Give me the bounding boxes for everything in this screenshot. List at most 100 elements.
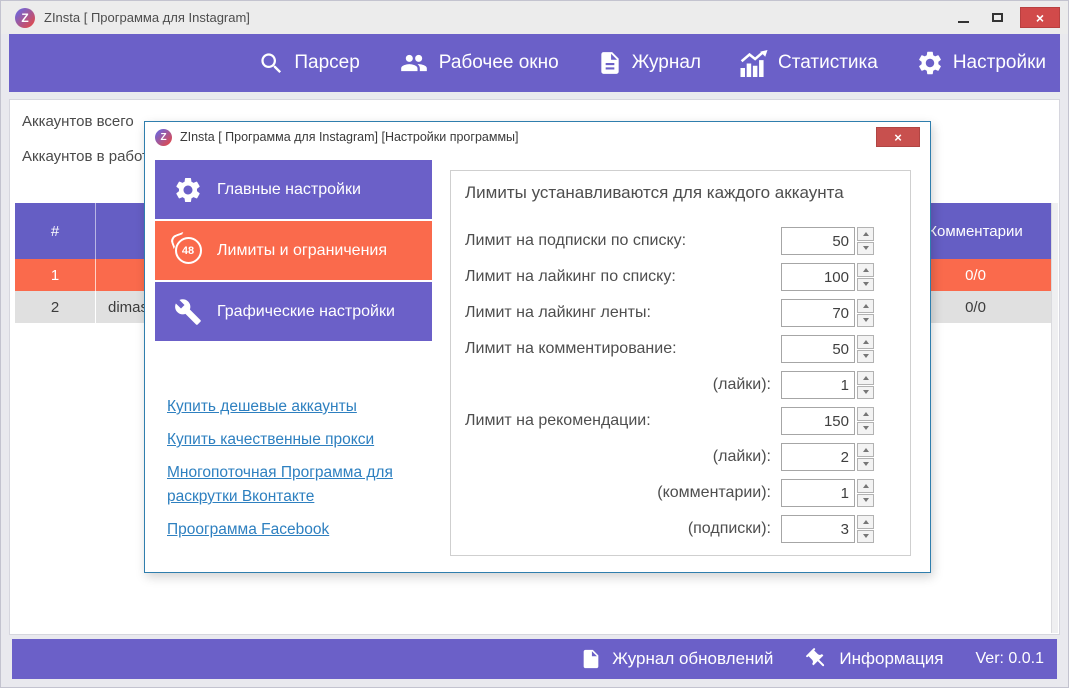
- window-titlebar: Z ZInsta [ Программа для Instagram] ×: [1, 1, 1068, 34]
- arrow-up-icon: [863, 412, 869, 416]
- spin-down-button[interactable]: [857, 278, 874, 292]
- pin-icon: [805, 647, 829, 671]
- arrow-down-icon: [863, 390, 869, 394]
- arrow-up-icon: [863, 448, 869, 452]
- promo-links: Купить дешевые аккаунты Купить качествен…: [155, 395, 432, 542]
- arrow-down-icon: [863, 354, 869, 358]
- arrow-down-icon: [863, 534, 869, 538]
- spin-up-button[interactable]: [857, 371, 874, 385]
- document-icon: [597, 50, 623, 76]
- spin-up-button[interactable]: [857, 299, 874, 313]
- main-nav: Парсер Рабочее окно Журнал Статистика На…: [9, 34, 1060, 92]
- limit-recommend-follows-spinner: [857, 515, 874, 543]
- limit-like-list-label: Лимит на лайкинг по списку:: [465, 268, 781, 286]
- arrow-down-icon: [863, 318, 869, 322]
- nav-workspace[interactable]: Рабочее окно: [398, 49, 559, 77]
- limit-like-list-input[interactable]: [781, 263, 855, 291]
- arrow-down-icon: [863, 282, 869, 286]
- limit-comment-likes-input[interactable]: [781, 371, 855, 399]
- app-logo-icon: Z: [15, 8, 35, 28]
- spin-down-button[interactable]: [857, 386, 874, 400]
- accounts-total-label: Аккаунтов всего: [22, 113, 134, 130]
- spin-down-button[interactable]: [857, 242, 874, 256]
- dialog-close-button[interactable]: ×: [876, 127, 920, 147]
- limit-recommend-follows-label: (подписки):: [465, 520, 781, 538]
- nav-workspace-label: Рабочее окно: [439, 52, 559, 74]
- spin-up-button[interactable]: [857, 479, 874, 493]
- maximize-button[interactable]: [986, 7, 1008, 28]
- spin-up-button[interactable]: [857, 407, 874, 421]
- file-icon: [580, 647, 602, 671]
- limit-like-list-spinner: [857, 263, 874, 291]
- limit-comment-likes-label: (лайки):: [465, 376, 781, 394]
- row-num: 2: [15, 291, 96, 323]
- limit-like-feed-label: Лимит на лайкинг ленты:: [465, 304, 781, 322]
- nav-statistics[interactable]: Статистика: [739, 50, 878, 77]
- limit-comment-spinner: [857, 335, 874, 363]
- settings-sidebar: Главные настройки 48 Лимиты и ограничени…: [155, 160, 432, 551]
- link-buy-quality-proxies[interactable]: Купить качественные прокси: [167, 428, 429, 452]
- spin-down-button[interactable]: [857, 530, 874, 544]
- limits-panel: Лимиты устанавливаются для каждого аккау…: [450, 170, 911, 556]
- limit-recommend-spinner: [857, 407, 874, 435]
- footer-updates[interactable]: Журнал обновлений: [580, 647, 773, 671]
- sidebar-item-graphic-settings[interactable]: Графические настройки: [155, 282, 432, 341]
- arrow-up-icon: [863, 376, 869, 380]
- app-logo-icon: Z: [155, 129, 172, 146]
- minimize-icon: [958, 21, 969, 23]
- limit-follow-list-input[interactable]: [781, 227, 855, 255]
- spin-down-button[interactable]: [857, 314, 874, 328]
- nav-parser[interactable]: Парсер: [258, 50, 359, 77]
- spin-down-button[interactable]: [857, 458, 874, 472]
- arrow-up-icon: [863, 340, 869, 344]
- sidebar-item-label: Графические настройки: [217, 303, 395, 321]
- limit-recommend-comments-input[interactable]: [781, 479, 855, 507]
- arrow-up-icon: [863, 232, 869, 236]
- nav-parser-label: Парсер: [294, 52, 359, 74]
- spin-up-button[interactable]: [857, 263, 874, 277]
- sidebar-item-label: Главные настройки: [217, 181, 361, 199]
- link-buy-cheap-accounts[interactable]: Купить дешевые аккаунты: [167, 395, 429, 419]
- limit-follow-list-spinner: [857, 227, 874, 255]
- row-num: 1: [15, 259, 96, 291]
- spin-up-button[interactable]: [857, 443, 874, 457]
- spin-down-button[interactable]: [857, 350, 874, 364]
- arrow-down-icon: [863, 246, 869, 250]
- spin-down-button[interactable]: [857, 422, 874, 436]
- footer-info[interactable]: Информация: [805, 647, 943, 671]
- limit-like-feed-input[interactable]: [781, 299, 855, 327]
- table-scrollbar[interactable]: [1051, 203, 1058, 633]
- link-facebook-program[interactable]: Проограмма Facebook: [167, 518, 429, 542]
- limit-48-icon: 48: [171, 237, 205, 264]
- close-button[interactable]: ×: [1020, 7, 1060, 28]
- sidebar-item-general-settings[interactable]: Главные настройки: [155, 160, 432, 219]
- nav-settings-label: Настройки: [953, 52, 1046, 74]
- limit-recommend-likes-label: (лайки):: [465, 448, 781, 466]
- maximize-icon: [992, 13, 1003, 22]
- settings-dialog: Z ZInsta [ Программа для Instagram] [Нас…: [144, 121, 931, 573]
- limit-comment-input[interactable]: [781, 335, 855, 363]
- limit-like-feed-spinner: [857, 299, 874, 327]
- limit-comment-label: Лимит на комментирование:: [465, 340, 781, 358]
- gear-icon: [916, 49, 944, 77]
- spin-up-button[interactable]: [857, 335, 874, 349]
- arrow-up-icon: [863, 268, 869, 272]
- nav-journal[interactable]: Журнал: [597, 50, 701, 76]
- link-vkontakte-program[interactable]: Многопоточная Программа для раскрутки Вк…: [167, 461, 429, 509]
- arrow-down-icon: [863, 462, 869, 466]
- sidebar-item-limits[interactable]: 48 Лимиты и ограничения: [155, 221, 432, 280]
- limit-recommend-label: Лимит на рекомендации:: [465, 412, 781, 430]
- footer-info-label: Информация: [839, 649, 943, 669]
- spin-down-button[interactable]: [857, 494, 874, 508]
- spin-up-button[interactable]: [857, 227, 874, 241]
- version-label: Ver: 0.0.1: [976, 650, 1045, 668]
- limit-recommend-likes-spinner: [857, 443, 874, 471]
- minimize-button[interactable]: [952, 7, 974, 28]
- wrench-icon: [171, 298, 205, 326]
- limit-recommend-likes-input[interactable]: [781, 443, 855, 471]
- limit-recommend-follows-input[interactable]: [781, 515, 855, 543]
- users-icon: [398, 49, 430, 77]
- limit-recommend-input[interactable]: [781, 407, 855, 435]
- nav-settings[interactable]: Настройки: [916, 49, 1046, 77]
- spin-up-button[interactable]: [857, 515, 874, 529]
